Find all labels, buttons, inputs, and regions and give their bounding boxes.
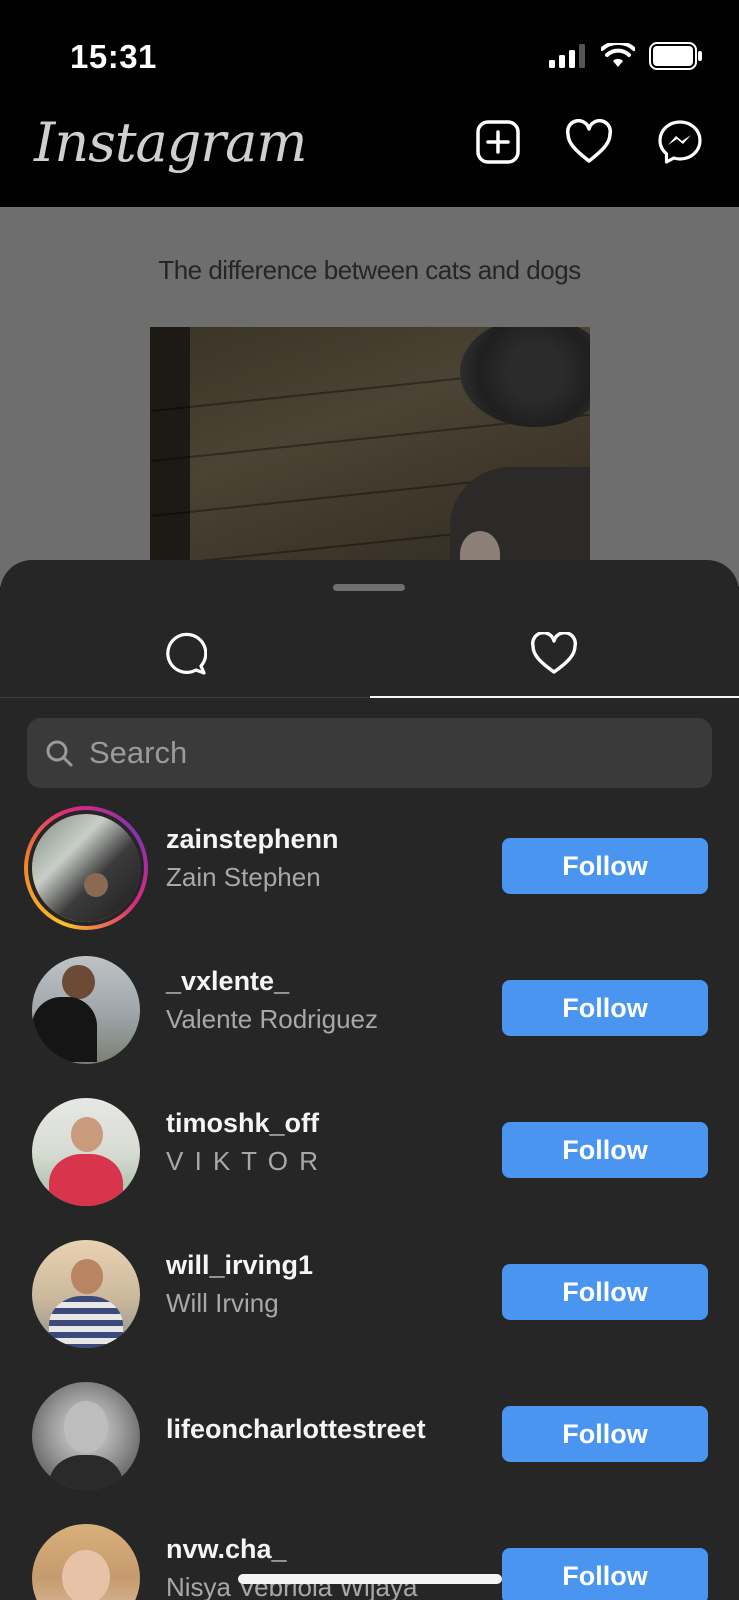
avatar [32,956,140,1064]
new-post-icon[interactable] [475,119,521,165]
app-header: Instagram [0,105,739,207]
username[interactable]: zainstephenn [166,824,339,855]
follow-button[interactable]: Follow [502,838,708,894]
post-background: The difference between cats and dogs [0,207,739,587]
follow-button[interactable]: Follow [502,1264,708,1320]
list-item[interactable]: zainstephenn Zain Stephen Follow [0,796,739,938]
messenger-icon[interactable] [657,119,703,165]
status-icons [549,42,703,70]
tab-comments[interactable] [0,610,370,697]
follow-button[interactable]: Follow [502,1406,708,1462]
sheet-grabber[interactable] [333,584,405,591]
post-caption: The difference between cats and dogs [158,255,581,285]
avatar [32,1524,140,1600]
status-time: 15:31 [70,38,157,75]
avatar [32,1382,140,1490]
avatar-wrapper[interactable] [32,1240,140,1348]
avatar-wrapper[interactable] [32,956,140,1064]
tab-likes[interactable] [369,610,739,698]
sheet-tabs [0,610,739,698]
avatar [32,1098,140,1206]
search-bar [27,718,712,788]
full-name: Zain Stephen [166,862,321,892]
home-indicator[interactable] [238,1574,502,1584]
search-input[interactable] [89,735,712,771]
search-icon [46,740,73,767]
activity-heart-icon[interactable] [565,119,613,165]
avatar-story-ring[interactable] [24,806,148,930]
full-name: Valente Rodriguez [166,1004,378,1034]
username[interactable]: lifeoncharlottestreet [166,1414,426,1445]
status-bar: 15:31 [0,0,739,105]
avatar-wrapper[interactable] [32,1524,140,1600]
list-item[interactable]: lifeoncharlottestreet Follow [0,1364,739,1506]
likers-list: zainstephenn Zain Stephen Follow _vxlent… [0,796,739,1600]
follow-button[interactable]: Follow [502,1548,708,1600]
list-item[interactable]: _vxlente_ Valente Rodriguez Follow [0,938,739,1080]
avatar [32,814,140,922]
header-actions [475,119,703,165]
list-item[interactable]: nvw.cha_ Nisya Vebriola Wijaya Follow [0,1506,739,1600]
comment-icon [165,632,207,675]
instagram-logo[interactable]: Instagram [34,111,307,174]
username[interactable]: will_irving1 [166,1250,313,1281]
full-name: Will Irving [166,1288,279,1318]
list-item[interactable]: timoshk_off V I K T O R Follow [0,1080,739,1222]
avatar-wrapper[interactable] [32,1098,140,1206]
list-item[interactable]: will_irving1 Will Irving Follow [0,1222,739,1364]
username[interactable]: timoshk_off [166,1108,319,1139]
follow-button[interactable]: Follow [502,1122,708,1178]
follow-button[interactable]: Follow [502,980,708,1036]
full-name: V I K T O R [166,1146,320,1176]
avatar [32,1240,140,1348]
heart-icon [531,631,578,674]
likes-sheet: zainstephenn Zain Stephen Follow _vxlent… [0,560,739,1600]
battery-icon [649,42,702,70]
post-video-thumbnail[interactable] [150,327,590,577]
avatar-wrapper[interactable] [32,1382,140,1490]
username[interactable]: _vxlente_ [166,966,289,997]
wifi-icon [601,43,635,67]
cellular-signal-icon [549,44,585,68]
username[interactable]: nvw.cha_ [166,1534,287,1565]
